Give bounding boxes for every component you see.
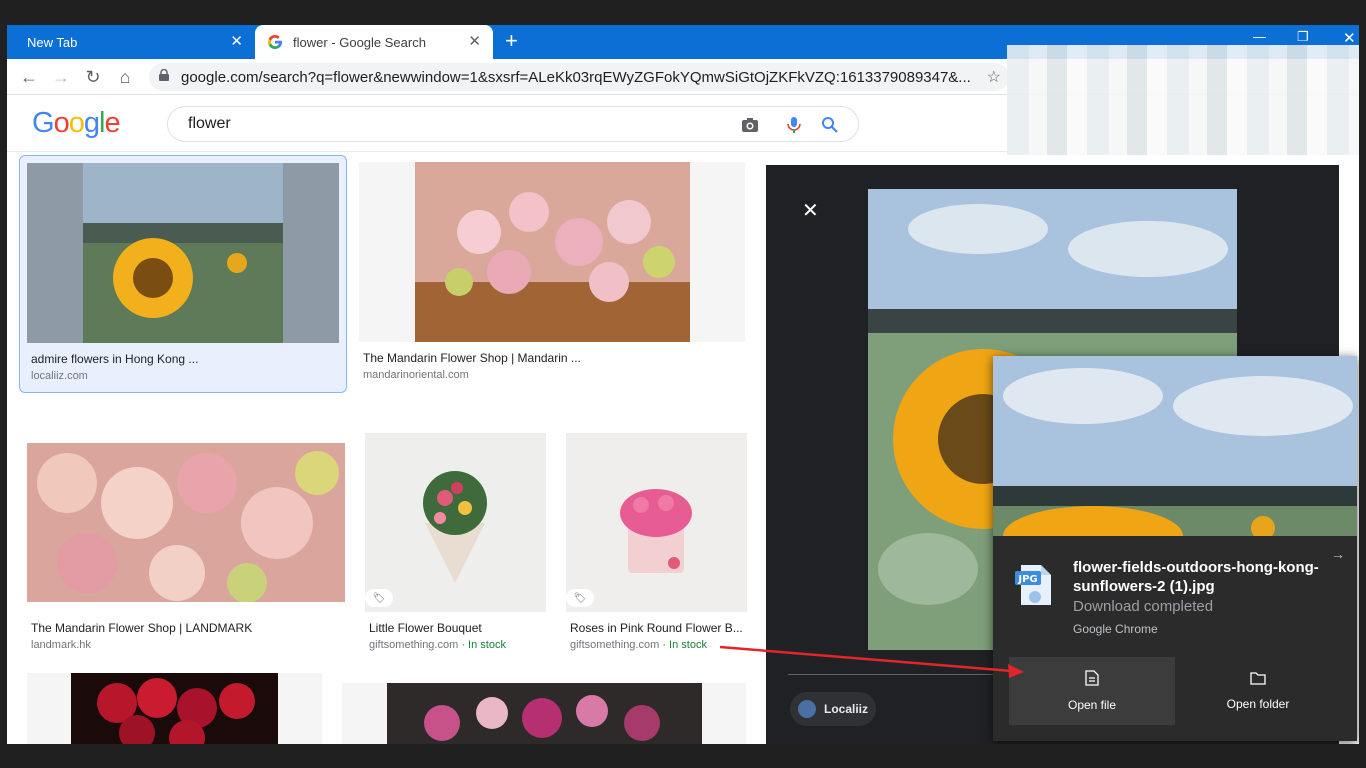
download-status: Download completed xyxy=(1073,598,1214,615)
open-file-label: Open file xyxy=(1067,698,1117,712)
tab-label: New Tab xyxy=(27,34,78,50)
file-badge-label: JPG xyxy=(1017,574,1037,585)
reload-icon[interactable]: ↻ xyxy=(81,65,105,89)
result-thumbnail[interactable] xyxy=(365,433,546,612)
camera-icon[interactable] xyxy=(740,115,760,135)
tab-label: flower - Google Search xyxy=(293,34,426,50)
download-thumbnail[interactable] xyxy=(993,356,1357,536)
tab-new-tab[interactable]: New Tab ✕ xyxy=(7,25,255,59)
google-header: Google flower xyxy=(7,95,1007,151)
back-arrow-icon[interactable]: ← xyxy=(17,65,41,89)
arrow-right-icon[interactable]: → xyxy=(1331,546,1345,562)
result-caption[interactable]: The Mandarin Flower Shop | Mandarin ... xyxy=(363,351,581,365)
stock-status: · In stock xyxy=(659,639,707,651)
source-chip-label: Localiiz xyxy=(824,702,869,716)
shopping-tag-icon: 🏷 xyxy=(566,589,594,607)
google-logo[interactable]: Google xyxy=(32,107,121,140)
tab-google-search[interactable]: flower - Google Search ✕ xyxy=(255,25,493,59)
image-result-card[interactable]: 🏷 Roses in Pink Round Flower B... giftso… xyxy=(566,433,747,653)
close-preview-icon[interactable]: ✕ xyxy=(802,198,819,223)
image-result-card[interactable]: The Mandarin Flower Shop | Mandarin ... … xyxy=(359,155,745,393)
address-bar[interactable]: google.com/search?q=flower&newwindow=1&s… xyxy=(149,63,1009,91)
result-thumbnail[interactable] xyxy=(342,683,746,744)
result-thumbnail[interactable] xyxy=(27,163,339,343)
home-icon[interactable]: ⌂ xyxy=(113,65,137,89)
result-source: mandarinoriental.com xyxy=(363,369,469,381)
search-icon[interactable] xyxy=(820,115,840,135)
image-result-card[interactable] xyxy=(342,673,746,744)
open-folder-label: Open folder xyxy=(1226,697,1290,711)
blurred-region xyxy=(1007,45,1359,155)
globe-icon xyxy=(798,700,816,718)
close-tab-icon[interactable]: ✕ xyxy=(468,34,481,49)
download-app: Google Chrome xyxy=(1073,622,1158,636)
open-file-button[interactable]: Open file xyxy=(1009,657,1175,725)
result-thumbnail[interactable] xyxy=(359,162,745,342)
image-result-card[interactable]: The Mandarin Flower Shop | LANDMARK land… xyxy=(27,433,345,653)
forward-arrow-icon[interactable]: → xyxy=(49,65,73,89)
image-result-card[interactable]: 🏷 Little Flower Bouquet giftsomething.co… xyxy=(365,433,546,653)
google-favicon-icon xyxy=(267,34,283,50)
result-thumbnail[interactable] xyxy=(27,443,345,602)
result-thumbnail[interactable] xyxy=(27,673,322,744)
stock-status: · In stock xyxy=(458,639,506,651)
shopping-tag-icon: 🏷 xyxy=(365,589,393,607)
bookmark-star-icon[interactable]: ☆ xyxy=(987,67,1001,87)
document-icon xyxy=(1085,670,1099,686)
result-source: landmark.hk xyxy=(31,639,91,651)
search-input[interactable]: flower xyxy=(167,106,859,142)
result-caption[interactable]: The Mandarin Flower Shop | LANDMARK xyxy=(31,621,252,635)
result-thumbnail[interactable] xyxy=(566,433,747,612)
result-source: giftsomething.com · In stock xyxy=(570,639,707,651)
result-caption[interactable]: admire flowers in Hong Kong ... xyxy=(31,352,198,366)
browser-window: New Tab ✕ flower - Google Search ✕ + — ❐… xyxy=(7,25,1359,744)
lock-icon xyxy=(159,69,169,81)
image-result-card[interactable] xyxy=(27,673,322,744)
result-caption[interactable]: Roses in Pink Round Flower B... xyxy=(570,621,743,635)
jpg-file-icon: JPG xyxy=(1015,565,1051,605)
result-caption[interactable]: Little Flower Bouquet xyxy=(369,621,482,635)
preview-divider xyxy=(788,674,998,675)
folder-icon xyxy=(1250,672,1266,685)
url-text: google.com/search?q=flower&newwindow=1&s… xyxy=(181,69,971,86)
minimize-icon[interactable]: — xyxy=(1253,29,1266,44)
close-tab-icon[interactable]: ✕ xyxy=(230,34,243,49)
search-query: flower xyxy=(188,115,231,132)
download-popup: → JPG flower-fields-outdoors-hong-kong-s… xyxy=(993,356,1357,741)
open-folder-button[interactable]: Open folder xyxy=(1175,657,1341,725)
restore-icon[interactable]: ❐ xyxy=(1297,29,1309,45)
microphone-icon[interactable] xyxy=(784,115,804,135)
image-results-grid: admire flowers in Hong Kong ... localiiz… xyxy=(7,152,766,744)
new-tab-plus-icon[interactable]: + xyxy=(505,30,518,52)
result-source: localiiz.com xyxy=(31,370,88,382)
result-source: giftsomething.com · In stock xyxy=(369,639,506,651)
source-chip[interactable]: Localiiz xyxy=(790,692,876,726)
image-result-card[interactable]: admire flowers in Hong Kong ... localiiz… xyxy=(19,155,347,393)
download-filename: flower-fields-outdoors-hong-kong-sunflow… xyxy=(1073,559,1319,595)
